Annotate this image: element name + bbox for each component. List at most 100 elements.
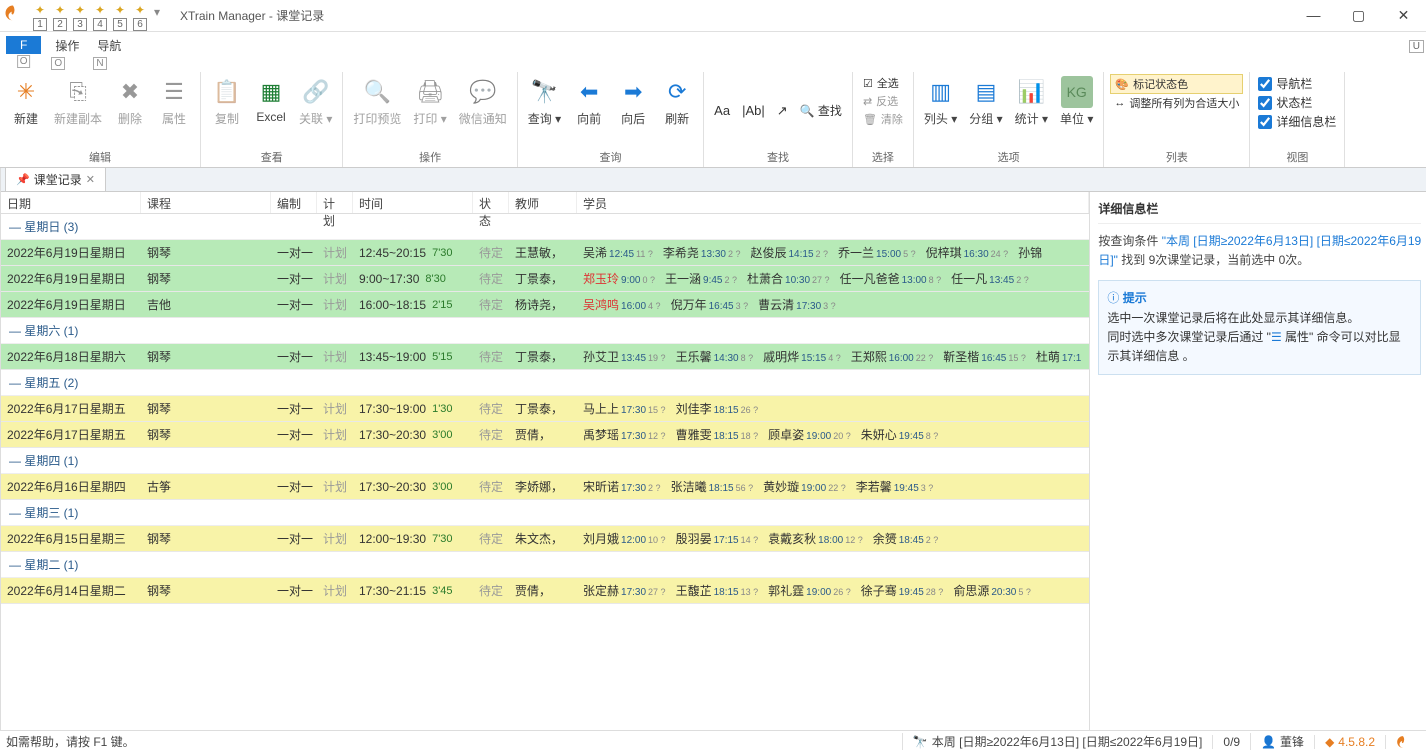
find-word-toggle[interactable]: |Ab|: [738, 99, 769, 122]
table-row[interactable]: 2022年6月17日星期五钢琴一对一计划17:30~19:001'30待定丁景泰…: [1, 396, 1089, 422]
pin-icon: 📌: [16, 173, 30, 186]
status-help: 如需帮助，请按 F1 键。: [6, 733, 902, 750]
query-button[interactable]: 🔭查询 ▾: [524, 74, 565, 129]
cell-course: 钢琴: [141, 346, 271, 367]
table-row[interactable]: 2022年6月18日星期六钢琴一对一计划13:45~19:005'15待定丁景泰…: [1, 344, 1089, 370]
table-row[interactable]: 2022年6月15日星期三钢琴一对一计划12:00~19:307'30待定朱文杰…: [1, 526, 1089, 552]
toggle-statusbar[interactable]: 状态栏: [1256, 93, 1338, 112]
qat-button-3[interactable]: ✦3: [70, 7, 90, 27]
refresh-button[interactable]: ⟳刷新: [657, 74, 697, 129]
cell-students: 马上上17:3015 ?刘佳李18:1526 ?: [577, 398, 1089, 419]
cell-jihua: 计划: [317, 398, 353, 419]
table-row[interactable]: 2022年6月19日星期日钢琴一对一计划9:00~17:308'30待定丁景泰，…: [1, 266, 1089, 292]
window-close-button[interactable]: ✕: [1381, 0, 1426, 30]
status-filter[interactable]: 🔭 本周 [日期≥2022年6月13日] [日期≤2022年6月19日]: [902, 733, 1213, 750]
select-clear-button[interactable]: 🗑 清除: [859, 110, 907, 128]
table-row[interactable]: 2022年6月16日星期四古筝一对一计划17:30~20:303'00待定李娇娜…: [1, 474, 1089, 500]
col-state[interactable]: 状态: [473, 192, 509, 213]
cell-jihua: 计划: [317, 528, 353, 549]
app-logo-icon: [4, 4, 22, 22]
col-teacher[interactable]: 教师: [509, 192, 577, 213]
col-bianzhi[interactable]: 编制: [271, 192, 317, 213]
find-button[interactable]: 🔍 查找: [796, 98, 846, 123]
unit-button[interactable]: KG单位 ▾: [1056, 74, 1097, 129]
table-row[interactable]: 2022年6月14日星期二钢琴一对一计划17:30~21:153'45待定贾倩，…: [1, 578, 1089, 604]
cell-state: 待定: [473, 424, 509, 445]
fit-columns-button[interactable]: ↔ 调整所有列为合适大小: [1110, 94, 1243, 112]
cell-state: 待定: [473, 294, 509, 315]
menu-nav[interactable]: 导航 N: [93, 35, 125, 56]
status-logo: [1385, 735, 1420, 749]
copy-button[interactable]: 📋复制: [207, 74, 247, 129]
table-row[interactable]: 2022年6月19日星期日吉他一对一计划16:00~18:152'15待定杨诗尧…: [1, 292, 1089, 318]
stats-button[interactable]: 📊统计 ▾: [1011, 74, 1052, 129]
cell-bianzhi: 一对一: [271, 268, 317, 289]
prev-button[interactable]: ⬅向前: [569, 74, 609, 129]
data-grid[interactable]: 日期 课程 编制 计划 时间 状态 教师 学员 星期日 (3)2022年6月19…: [1, 192, 1089, 730]
window-minimize-button[interactable]: —: [1291, 0, 1336, 30]
table-row[interactable]: 2022年6月17日星期五钢琴一对一计划17:30~20:303'00待定贾倩，…: [1, 422, 1089, 448]
toggle-detailbar[interactable]: 详细信息栏: [1256, 112, 1338, 131]
qat-dropdown-icon[interactable]: ▾: [154, 5, 160, 19]
tab-class-records[interactable]: 📌 课堂记录 ✕: [5, 167, 106, 191]
print-button[interactable]: 🖨打印 ▾: [409, 74, 450, 129]
window-maximize-button[interactable]: ▢: [1336, 0, 1381, 30]
file-menu[interactable]: F O: [6, 36, 41, 54]
cell-time: 17:30~20:303'00: [353, 426, 473, 444]
properties-button[interactable]: ☰属性: [154, 74, 194, 129]
col-students[interactable]: 学员: [577, 192, 1089, 213]
cell-time: 16:00~18:152'15: [353, 296, 473, 314]
cell-course: 古筝: [141, 476, 271, 497]
new-button[interactable]: ✳新建: [6, 74, 46, 129]
cell-time: 13:45~19:005'15: [353, 348, 473, 366]
table-row[interactable]: 2022年6月19日星期日钢琴一对一计划12:45~20:157'30待定王慧敏…: [1, 240, 1089, 266]
cell-students: 吴鸿鸣16:004 ?倪万年16:453 ?曹云清17:303 ?: [577, 294, 1089, 315]
new-copy-button[interactable]: ⎘新建副本: [50, 74, 106, 129]
cell-jihua: 计划: [317, 476, 353, 497]
cell-time: 12:00~19:307'30: [353, 530, 473, 548]
next-button[interactable]: ➡向后: [613, 74, 653, 129]
qat-button-5[interactable]: ✦5: [110, 7, 130, 27]
select-all-button[interactable]: ☑ 全选: [859, 74, 907, 92]
toggle-navbar[interactable]: 导航栏: [1256, 74, 1338, 93]
column-header-button[interactable]: ▥列头 ▾: [920, 74, 961, 129]
qat-button-2[interactable]: ✦2: [50, 7, 70, 27]
cell-jihua: 计划: [317, 580, 353, 601]
link-button[interactable]: 🔗关联 ▾: [295, 74, 336, 129]
status-user: 👤 董锋: [1250, 733, 1314, 750]
group-row[interactable]: 星期日 (3): [1, 214, 1089, 240]
cell-state: 待定: [473, 268, 509, 289]
print-preview-button[interactable]: 🔍打印预览: [349, 74, 405, 129]
cell-date: 2022年6月19日星期日: [1, 242, 141, 263]
qat-button-6[interactable]: ✦6: [130, 7, 150, 27]
find-case-toggle[interactable]: Aa: [710, 99, 734, 122]
group-row[interactable]: 星期五 (2): [1, 370, 1089, 396]
select-reverse-button[interactable]: ⇄ 反选: [859, 92, 907, 110]
menu-ops-hint: O: [51, 57, 65, 70]
menu-ops[interactable]: 操作 O: [51, 35, 83, 56]
tab-close-icon[interactable]: ✕: [86, 173, 95, 186]
cell-teacher: 贾倩，: [509, 580, 577, 601]
group-button[interactable]: ▤分组 ▾: [965, 74, 1006, 129]
mark-state-color-button[interactable]: 🎨 标记状态色: [1110, 74, 1243, 94]
find-arrow-toggle[interactable]: ↗: [773, 99, 792, 123]
cell-time: 9:00~17:308'30: [353, 270, 473, 288]
qat-button-4[interactable]: ✦4: [90, 7, 110, 27]
group-row[interactable]: 星期三 (1): [1, 500, 1089, 526]
delete-button[interactable]: ✖删除: [110, 74, 150, 129]
cell-time: 17:30~19:001'30: [353, 400, 473, 418]
cell-date: 2022年6月14日星期二: [1, 580, 141, 601]
qat-button-1[interactable]: ✦1: [30, 7, 50, 27]
group-row[interactable]: 星期二 (1): [1, 552, 1089, 578]
col-jihua[interactable]: 计划: [317, 192, 353, 213]
col-date[interactable]: 日期: [1, 192, 141, 213]
col-time[interactable]: 时间: [353, 192, 473, 213]
wechat-notify-button[interactable]: 💬微信通知: [455, 74, 511, 129]
grid-header: 日期 课程 编制 计划 时间 状态 教师 学员: [1, 192, 1089, 214]
cell-time: 12:45~20:157'30: [353, 244, 473, 262]
group-row[interactable]: 星期四 (1): [1, 448, 1089, 474]
excel-button[interactable]: ▦Excel: [251, 74, 291, 126]
file-menu-label: F: [20, 38, 27, 52]
col-course[interactable]: 课程: [141, 192, 271, 213]
group-row[interactable]: 星期六 (1): [1, 318, 1089, 344]
